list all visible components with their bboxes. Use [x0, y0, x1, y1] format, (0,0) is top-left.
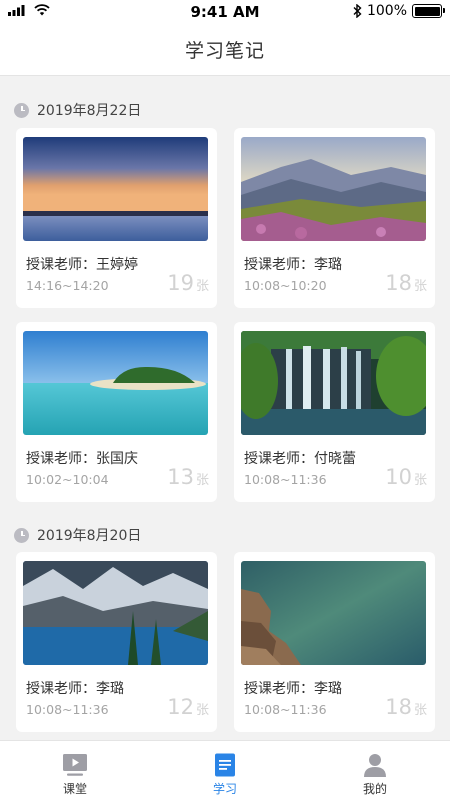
class-time: 10:08~11:36 [244, 472, 327, 487]
rocky-lake-image [241, 561, 426, 665]
class-time: 10:02~10:04 [26, 472, 109, 487]
clock-icon [14, 527, 29, 543]
person-icon [364, 754, 386, 777]
photo-count-unit: 张 [413, 279, 427, 294]
photo-count-unit: 张 [195, 279, 209, 294]
class-time: 10:08~11:36 [26, 702, 109, 717]
photo-count: 18 张 [385, 695, 427, 719]
note-card[interactable]: 授课老师：李璐 10:08~11:36 18 张 [234, 552, 435, 732]
teacher-name: 授课老师：李璐 [26, 681, 124, 697]
date-header: 2019年8月20日 [14, 525, 141, 545]
photo-count: 13 张 [167, 465, 209, 489]
date-header: 2019年8月22日 [14, 100, 141, 120]
tab-label: 课堂 [62, 782, 87, 796]
tropical-island-image [23, 331, 208, 435]
photo-count-number: 19 [167, 271, 194, 295]
battery-icon [412, 4, 445, 18]
date-label: 2019年8月20日 [37, 528, 142, 544]
photo-count: 19 张 [167, 271, 209, 295]
notes-list[interactable]: 2019年8月22日 授课老师：王婷婷 14:16~14:20 19 张 授课老… [0, 77, 450, 740]
tab-bar: 课堂 学习 我的 [0, 740, 450, 800]
photo-count-number: 12 [167, 695, 194, 719]
tab-mine[interactable]: 我的 [300, 741, 450, 800]
clock-icon [14, 102, 29, 118]
photo-count-number: 13 [167, 465, 194, 489]
class-time: 10:08~10:20 [244, 278, 327, 293]
status-right: 100% [353, 3, 445, 19]
battery-percent: 100% [366, 3, 407, 19]
tab-study[interactable]: 学习 [150, 741, 300, 800]
mountain-flowers-image [241, 137, 426, 241]
photo-count: 18 张 [385, 271, 427, 295]
date-label: 2019年8月22日 [37, 103, 142, 119]
photo-count-unit: 张 [413, 473, 427, 488]
class-time: 14:16~14:20 [26, 278, 109, 293]
photo-count-number: 10 [385, 465, 412, 489]
navigation-bar: 学习笔记 [0, 24, 450, 76]
notebook-icon [215, 753, 235, 777]
video-icon [63, 754, 87, 776]
page-title: 学习笔记 [184, 40, 265, 62]
photo-count: 10 张 [385, 465, 427, 489]
photo-count-unit: 张 [195, 703, 209, 718]
note-card[interactable]: 授课老师：王婷婷 14:16~14:20 19 张 [16, 128, 217, 308]
note-card[interactable]: 授课老师：李璐 10:08~10:20 18 张 [234, 128, 435, 308]
class-time: 10:08~11:36 [244, 702, 327, 717]
photo-count-unit: 张 [413, 703, 427, 718]
teacher-name: 授课老师：李璐 [244, 681, 342, 697]
waterfall-image [241, 331, 426, 435]
tab-classroom[interactable]: 课堂 [0, 741, 150, 800]
note-card[interactable]: 授课老师：李璐 10:08~11:36 12 张 [16, 552, 217, 732]
teacher-name: 授课老师：李璐 [244, 257, 342, 273]
bluetooth-icon [353, 4, 362, 18]
photo-count-number: 18 [385, 271, 412, 295]
note-card[interactable]: 授课老师：付晓蕾 10:08~11:36 10 张 [234, 322, 435, 502]
teacher-name: 授课老师：付晓蕾 [244, 451, 356, 467]
tab-label: 学习 [212, 782, 237, 796]
note-card[interactable]: 授课老师：张国庆 10:02~10:04 13 张 [16, 322, 217, 502]
mountain-lake-image [23, 561, 208, 665]
teacher-name: 授课老师：王婷婷 [26, 257, 138, 273]
photo-count: 12 张 [167, 695, 209, 719]
teacher-name: 授课老师：张国庆 [26, 451, 138, 467]
sunset-sea-image [23, 137, 208, 241]
photo-count-unit: 张 [195, 473, 209, 488]
status-bar: 9:41 AM 100% [0, 0, 450, 24]
photo-count-number: 18 [385, 695, 412, 719]
tab-label: 我的 [362, 782, 387, 796]
